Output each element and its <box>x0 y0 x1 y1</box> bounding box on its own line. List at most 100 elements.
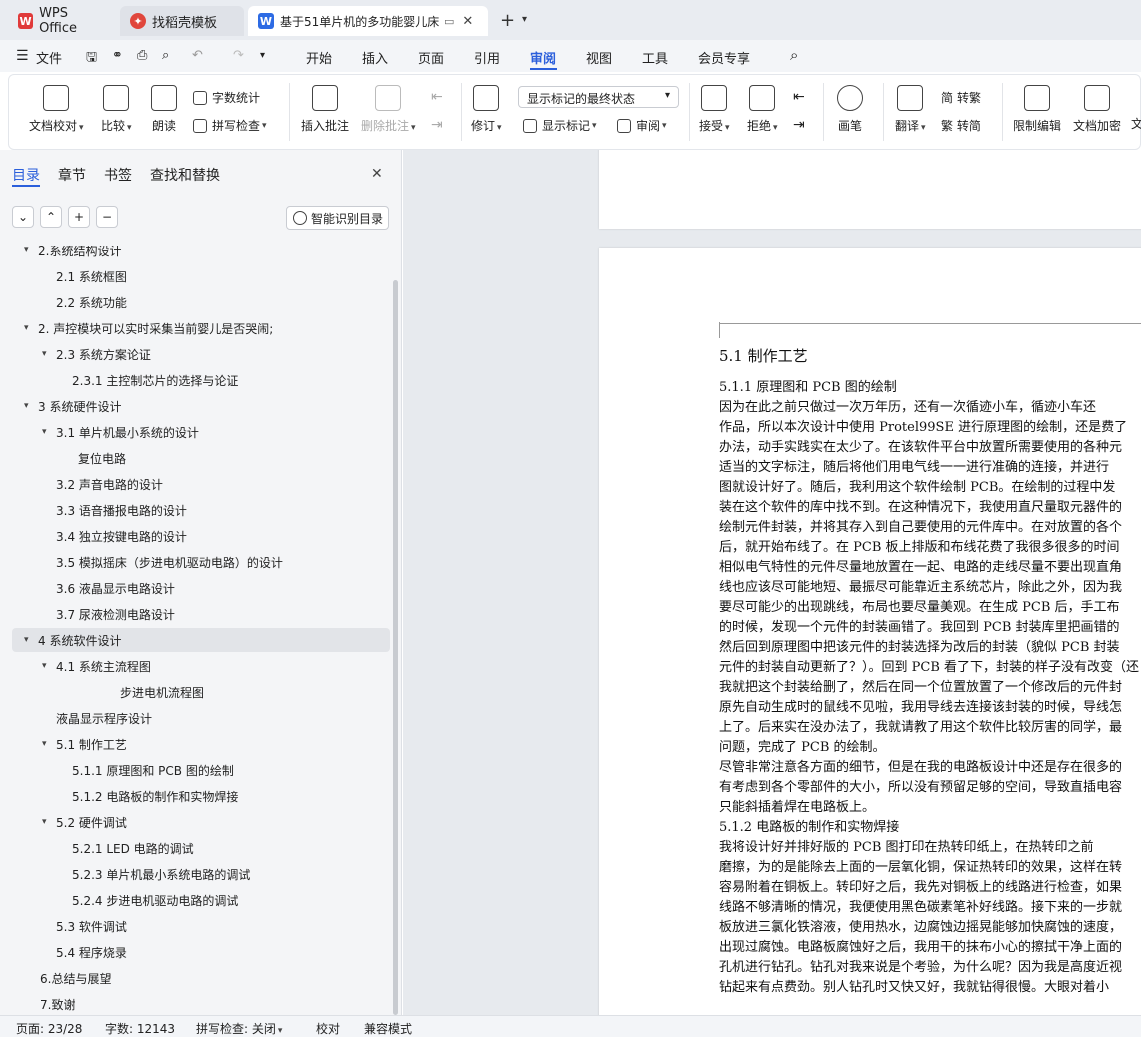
expand-chevron-icon[interactable]: ▾ <box>24 323 38 333</box>
expand-chevron-icon[interactable]: ▾ <box>24 246 38 255</box>
new-tab-plus-icon[interactable]: + <box>500 10 515 31</box>
toc-item[interactable]: 复位电路 <box>0 446 390 470</box>
toc-item[interactable]: 6.总结与展望 <box>0 966 390 990</box>
review-pane-button[interactable]: 审阅 ▾ <box>617 117 667 134</box>
save-icon[interactable]: 🖫 <box>86 48 97 70</box>
proofread-indicator[interactable]: 校对 <box>316 1020 340 1037</box>
toc-item[interactable]: 3.3 语音播报电路的设计 <box>0 498 390 522</box>
toc-item[interactable]: ▾ 5.1 制作工艺 <box>0 732 390 756</box>
pen-button[interactable]: 画笔 <box>837 85 863 134</box>
toc-item[interactable]: 3.6 液晶显示电路设计 <box>0 576 390 600</box>
tab-bookmarks[interactable]: 书签 <box>104 165 132 185</box>
menu-membership[interactable]: 会员专享 <box>698 48 750 67</box>
tab-toc[interactable]: 目录 <box>12 165 40 185</box>
close-pane-icon[interactable]: ✕ <box>371 166 383 182</box>
expand-chevron-icon[interactable]: ▾ <box>24 635 38 645</box>
reject-button[interactable]: 拒绝 ▾ <box>747 85 778 134</box>
toc-item[interactable]: ▾ 4 系统软件设计 <box>12 628 390 652</box>
print-icon[interactable]: ⎙ <box>137 48 147 63</box>
expand-chevron-icon[interactable]: ▾ <box>42 817 56 827</box>
expand-down-button[interactable]: ⌄ <box>12 206 34 228</box>
toc-item[interactable]: ▾ 4.1 系统主流程图 <box>0 654 390 678</box>
expand-chevron-icon[interactable]: ▾ <box>24 401 38 411</box>
toc-item[interactable]: 2.1 系统框图 <box>0 264 390 288</box>
page-indicator[interactable]: 页面: 23/28 <box>16 1020 82 1037</box>
show-markup-button[interactable]: 显示标记 ▾ <box>523 117 597 134</box>
previous-comment-icon[interactable]: ⇤ <box>431 89 443 105</box>
restrict-edit-button[interactable]: 限制编辑 <box>1013 85 1061 134</box>
previous-change-icon[interactable]: ⇤ <box>793 89 805 105</box>
toc-item[interactable]: 5.1.1 原理图和 PCB 图的绘制 <box>0 758 390 782</box>
toc-item[interactable]: 液晶显示程序设计 <box>0 706 390 730</box>
read-aloud-button[interactable]: 朗读 <box>151 85 177 134</box>
delete-comment-button[interactable]: 删除批注 ▾ <box>361 85 416 134</box>
toc-item[interactable]: 3.7 尿液检测电路设计 <box>0 602 390 626</box>
print-preview-icon[interactable]: ⌕ <box>162 48 169 63</box>
toc-item[interactable]: ▾ 2. 声控模块可以实时采集当前婴儿是否哭闹; <box>0 316 390 340</box>
close-tab-icon[interactable]: ✕ <box>462 14 473 29</box>
menu-home[interactable]: 开始 <box>306 48 332 67</box>
to-traditional-button[interactable]: 简 转繁 <box>941 89 981 106</box>
word-count-button[interactable]: 字数统计 <box>193 89 260 106</box>
expand-chevron-icon[interactable]: ▾ <box>42 427 56 437</box>
accept-button[interactable]: 接受 ▾ <box>699 85 730 134</box>
add-heading-button[interactable]: + <box>68 206 90 228</box>
toc-scrollbar[interactable] <box>393 280 398 1015</box>
tab-chapters[interactable]: 章节 <box>58 165 86 185</box>
toc-item[interactable]: 5.1.2 电路板的制作和实物焊接 <box>0 784 390 808</box>
next-comment-icon[interactable]: ⇥ <box>431 117 443 133</box>
spell-check-indicator[interactable]: 拼写检查: 关闭 ▾ <box>196 1020 282 1037</box>
menu-insert[interactable]: 插入 <box>362 48 388 67</box>
toc-item[interactable]: 5.2.3 单片机最小系统电路的调试 <box>0 862 390 886</box>
toc-item[interactable]: ▾ 3.1 单片机最小系统的设计 <box>0 420 390 444</box>
toc-item[interactable]: 3.5 模拟摇床（步进电机驱动电路）的设计 <box>0 550 390 574</box>
toc-item[interactable]: 2.2 系统功能 <box>0 290 390 314</box>
tab-docer-templates[interactable]: ✦ 找稻壳模板 <box>120 6 244 36</box>
remove-heading-button[interactable]: − <box>96 206 118 228</box>
menu-file[interactable]: 文件 <box>36 48 62 67</box>
toc-item[interactable]: ▾ 2.系统结构设计 <box>0 246 390 262</box>
translate-button[interactable]: 翻译 ▾ <box>895 85 926 134</box>
smart-toc-button[interactable]: 智能识别目录 <box>286 206 389 230</box>
tab-active-document[interactable]: W 基于51单片机的多功能婴儿床 ▭ ✕ <box>248 6 488 36</box>
to-simplified-button[interactable]: 繁 转简 <box>941 117 981 134</box>
doc-encrypt-button[interactable]: 文档加密 <box>1073 85 1121 134</box>
revise-button[interactable]: 修订 ▾ <box>471 85 502 134</box>
expand-chevron-icon[interactable]: ▾ <box>42 661 56 671</box>
word-count-indicator[interactable]: 字数: 12143 <box>105 1020 175 1037</box>
tab-list-chevron-down-icon[interactable]: ▾ <box>522 14 527 25</box>
hamburger-menu-icon[interactable]: ☰ <box>16 48 29 64</box>
toc-item[interactable]: 5.4 程序烧录 <box>0 940 390 964</box>
toc-item[interactable]: 3.4 独立按键电路的设计 <box>0 524 390 548</box>
doc-check-button[interactable]: 文档校对 ▾ <box>29 85 84 134</box>
toc-item[interactable]: 3.2 声音电路的设计 <box>0 472 390 496</box>
menu-references[interactable]: 引用 <box>474 48 500 67</box>
quick-access-chevron-down-icon[interactable]: ▾ <box>260 50 265 61</box>
undo-icon[interactable]: ↶ <box>192 48 203 63</box>
tab-find-replace[interactable]: 查找和替换 <box>150 165 220 185</box>
toc-item[interactable]: 5.2.4 步进电机驱动电路的调试 <box>0 888 390 912</box>
display-state-select[interactable]: 显示标记的最终状态 ▾ <box>518 86 679 108</box>
overflow-label[interactable]: 文 <box>1131 115 1141 132</box>
expand-chevron-icon[interactable]: ▾ <box>42 349 56 359</box>
toc-item[interactable]: ▾ 5.2 硬件调试 <box>0 810 390 834</box>
toc-item[interactable]: 5.2.1 LED 电路的调试 <box>0 836 390 860</box>
toc-item[interactable]: ▾ 3 系统硬件设计 <box>0 394 390 418</box>
share-link-icon[interactable]: ⚭ <box>112 48 123 63</box>
insert-comment-button[interactable]: 插入批注 <box>301 85 349 134</box>
compare-button[interactable]: 比较 ▾ <box>101 85 132 134</box>
spell-check-button[interactable]: 拼写检查 ▾ <box>193 117 267 134</box>
expand-chevron-icon[interactable]: ▾ <box>42 739 56 749</box>
toc-item[interactable]: 7.致谢 <box>0 992 390 1015</box>
menu-view[interactable]: 视图 <box>586 48 612 67</box>
menu-page[interactable]: 页面 <box>418 48 444 67</box>
toc-item[interactable]: 2.3.1 主控制芯片的选择与论证 <box>0 368 390 392</box>
menu-review[interactable]: 审阅 <box>530 48 556 67</box>
next-change-icon[interactable]: ⇥ <box>793 117 805 133</box>
collapse-up-button[interactable]: ⌃ <box>40 206 62 228</box>
toc-item[interactable]: 步进电机流程图 <box>0 680 390 704</box>
search-icon[interactable]: ⌕ <box>790 46 798 64</box>
toc-item[interactable]: ▾ 2.3 系统方案论证 <box>0 342 390 366</box>
screen-icon[interactable]: ▭ <box>444 15 454 28</box>
redo-icon[interactable]: ↷ <box>233 48 244 63</box>
